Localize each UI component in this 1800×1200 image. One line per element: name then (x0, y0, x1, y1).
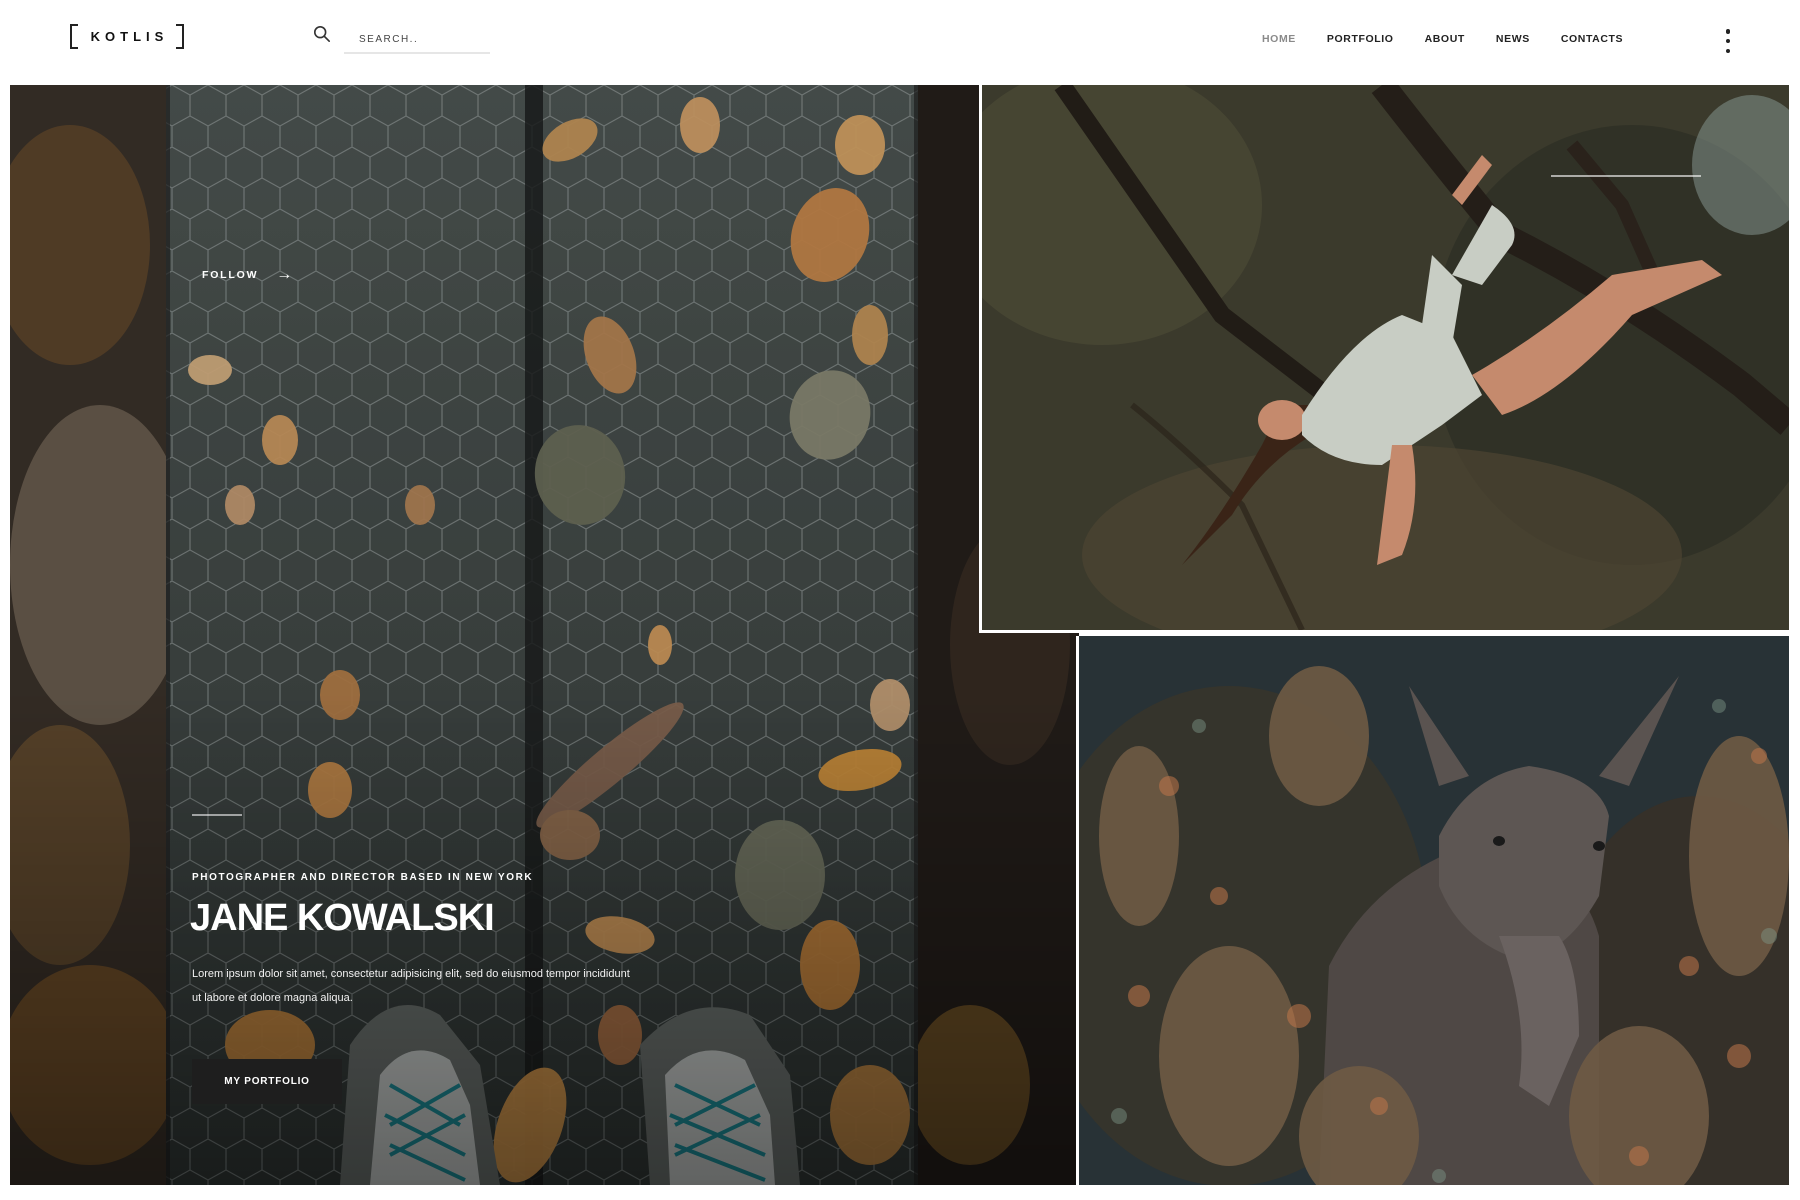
follow-link[interactable]: FOLLOW → (202, 266, 292, 284)
my-portfolio-button[interactable]: MY PORTFOLIO (192, 1059, 342, 1104)
hero-photo: FOLLOW → (10, 85, 1079, 1185)
nav-item-about[interactable]: ABOUT (1425, 33, 1465, 45)
vertical-dots-icon[interactable] (1724, 29, 1732, 53)
gallery-photo-woman-image (982, 85, 1789, 630)
site-header: KOTLIS HOME PORTFOLIO ABOUT NEWS CONTACT… (0, 0, 1800, 85)
search-input[interactable] (344, 26, 490, 54)
decorative-line (1551, 175, 1701, 177)
gallery-photo-moose-image (1079, 636, 1789, 1185)
arrow-right-icon: → (276, 266, 293, 283)
hero-tagline: PHOTOGRAPHER AND DIRECTOR BASED IN NEW Y… (192, 872, 534, 883)
nav-item-portfolio[interactable]: PORTFOLIO (1327, 33, 1394, 45)
search-icon[interactable] (313, 25, 331, 43)
gallery-photo-moose[interactable] (1076, 636, 1789, 1185)
gallery-photo-woman[interactable] (979, 85, 1789, 633)
logo-text: KOTLIS (90, 29, 169, 44)
logo-bracket-right (176, 24, 184, 49)
logo-bracket-left (70, 24, 78, 49)
hero-photo-image (10, 85, 1079, 1185)
nav-item-contacts[interactable]: CONTACTS (1561, 33, 1623, 45)
nav-item-news[interactable]: NEWS (1496, 33, 1530, 45)
hero-divider (192, 814, 242, 816)
logo[interactable]: KOTLIS (70, 24, 184, 49)
page: KOTLIS HOME PORTFOLIO ABOUT NEWS CONTACT… (0, 0, 1800, 1200)
main-nav: HOME PORTFOLIO ABOUT NEWS CONTACTS (1262, 33, 1654, 45)
hero-description: Lorem ipsum dolor sit amet, consectetur … (192, 968, 630, 1004)
hero-name: JANE KOWALSKI (190, 897, 495, 939)
nav-item-home[interactable]: HOME (1262, 33, 1296, 45)
follow-label: FOLLOW (202, 269, 259, 281)
